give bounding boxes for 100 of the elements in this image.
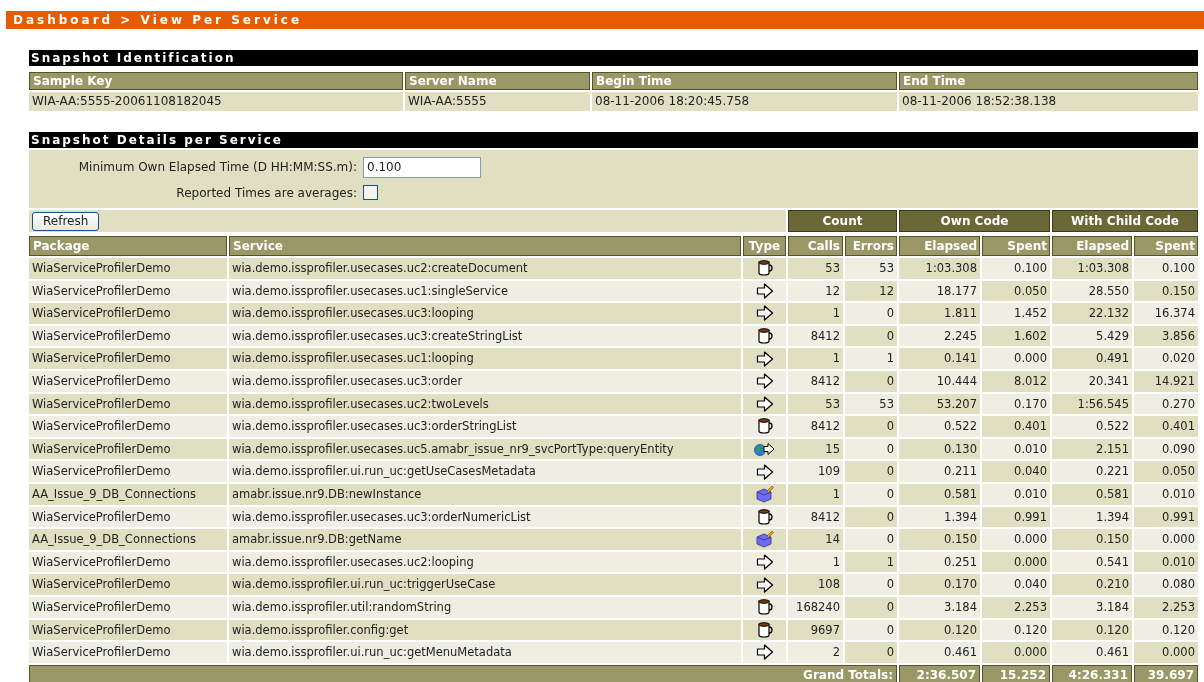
table-cell: 0.581 (1052, 483, 1132, 505)
field-label: Reported Times are averages: (175, 184, 358, 202)
table-cell: 0.120 (1134, 619, 1198, 641)
mug-icon (755, 598, 774, 617)
table-cell: 0.010 (982, 438, 1050, 460)
table-cell: WiaServiceProfilerDemo (29, 325, 227, 347)
total-cell: 4:26.331 (1052, 664, 1132, 682)
table-cell: 0.040 (982, 574, 1050, 595)
table-cell: 53 (845, 258, 897, 279)
column-header: End Time (899, 72, 1198, 90)
mug-icon (755, 417, 774, 436)
table-cell: 0 (845, 483, 897, 505)
table-cell: 08-11-2006 18:20:45.758 (592, 92, 897, 111)
table-cell: wia.demo.issprofiler.usecases.uc2:createDocument (229, 258, 741, 279)
table-cell: 108 (788, 574, 843, 595)
table-cell: 3.856 (1134, 325, 1198, 347)
cube-icon (754, 485, 775, 504)
table-cell: 53.207 (899, 393, 980, 415)
mug-icon (755, 507, 774, 526)
table-cell: 0.991 (1134, 506, 1198, 528)
table-cell: WiaServiceProfilerDemo (29, 303, 227, 324)
table-cell: 0.000 (1134, 529, 1198, 550)
table-cell: 0.461 (899, 642, 980, 663)
table-cell: 0.491 (1052, 348, 1132, 369)
elapsed-input[interactable]: 0.100 (363, 156, 481, 178)
table-cell: 0 (845, 619, 897, 641)
table-cell: 14.921 (1134, 370, 1198, 392)
table-cell: 0.581 (899, 483, 980, 505)
table-cell: 53 (845, 393, 897, 415)
column-header: Begin Time (592, 72, 897, 90)
mug-icon (755, 620, 774, 639)
column-header: Server Name (405, 72, 590, 90)
table-cell: 15 (788, 438, 843, 460)
table-cell: WiaServiceProfilerDemo (29, 393, 227, 415)
table-cell: 1:03.308 (1052, 258, 1132, 279)
table-cell: 0.000 (982, 529, 1050, 550)
averages-checkbox[interactable] (363, 185, 378, 200)
table-cell: 0.120 (899, 619, 980, 641)
table-cell: amabr.issue.nr9.DB:getName (229, 529, 741, 550)
table-cell: 0.120 (982, 619, 1050, 641)
table-cell: 0.211 (899, 461, 980, 482)
table-cell: 53 (788, 393, 843, 415)
table-cell: WiaServiceProfilerDemo (29, 370, 227, 392)
table-cell: 168240 (788, 596, 843, 618)
table-cell: WiaServiceProfilerDemo (29, 506, 227, 528)
table-cell: 109 (788, 461, 843, 482)
table-cell: 0.000 (982, 551, 1050, 573)
table-cell: 0.150 (1134, 280, 1198, 302)
table-cell: wia.demo.issprofiler.usecases.uc1:singleService (229, 280, 741, 302)
table-cell: 0.010 (982, 483, 1050, 505)
table-cell: wia.demo.issprofiler.usecases.uc3:looping (229, 303, 741, 324)
table-cell: 0.141 (899, 348, 980, 369)
section-title: Snapshot Identification (29, 50, 1198, 66)
table-cell: 2 (788, 642, 843, 663)
table-cell: 0.461 (1052, 642, 1132, 663)
breadcrumb: Dashboard > View Per Service (13, 14, 303, 26)
table-cell: WIA-AA:5555-20061108182045 (29, 92, 403, 111)
table-cell: 0.270 (1134, 393, 1198, 415)
table-cell: 0.210 (1052, 574, 1132, 595)
arrow-icon (755, 373, 774, 390)
table-cell: WiaServiceProfilerDemo (29, 438, 227, 460)
table-cell: 1:03.308 (899, 258, 980, 279)
table-cell: wia.demo.issprofiler.usecases.uc3:orderNumericList (229, 506, 741, 528)
table-cell: 0.000 (982, 348, 1050, 369)
arrow-icon (755, 554, 774, 570)
table-cell: 0.120 (1052, 619, 1132, 641)
table-cell: 0.050 (982, 280, 1050, 302)
table-cell: 28.550 (1052, 280, 1132, 302)
table-cell: 1 (845, 551, 897, 573)
group-header: Own Code (899, 210, 1050, 232)
table-cell: 0.170 (899, 574, 980, 595)
table-cell: 1.811 (899, 303, 980, 324)
globe-arrow-icon (753, 441, 776, 458)
refresh-button[interactable]: Refresh (32, 211, 100, 231)
table-cell: 3.184 (1052, 596, 1132, 618)
table-cell: 1 (788, 483, 843, 505)
table-cell: 0.010 (1134, 483, 1198, 505)
table-cell: 1:56.545 (1052, 393, 1132, 415)
table-cell: 0.401 (1134, 416, 1198, 437)
table-cell: wia.demo.issprofiler.usecases.uc5.amabr_issue_nr9_svcPortType:queryEntity (229, 438, 741, 460)
group-header: Count (788, 210, 897, 232)
table-cell: 0 (845, 574, 897, 595)
table-cell: 5.429 (1052, 325, 1132, 347)
table-cell: 1 (788, 551, 843, 573)
column-header: Errors (845, 236, 897, 256)
table-cell: 14 (788, 529, 843, 550)
table-cell: AA_Issue_9_DB_Connections (29, 529, 227, 550)
table-cell: 0.150 (1052, 529, 1132, 550)
section-title: Snapshot Details per Service (29, 132, 1198, 148)
arrow-icon (755, 395, 774, 412)
table-cell: 12 (788, 280, 843, 302)
table-cell: wia.demo.issprofiler.ui.run_uc:getMenuMetadata (229, 642, 741, 663)
total-cell: 39.697 (1134, 664, 1198, 682)
table-cell: 0 (845, 529, 897, 550)
arrow-icon (755, 463, 774, 480)
table-cell: WIA-AA:5555 (405, 92, 590, 111)
table-cell: wia.demo.issprofiler.config:get (229, 619, 741, 641)
arrow-icon (755, 305, 774, 322)
column-header: Calls (788, 236, 843, 256)
table-cell: 18.177 (899, 280, 980, 302)
